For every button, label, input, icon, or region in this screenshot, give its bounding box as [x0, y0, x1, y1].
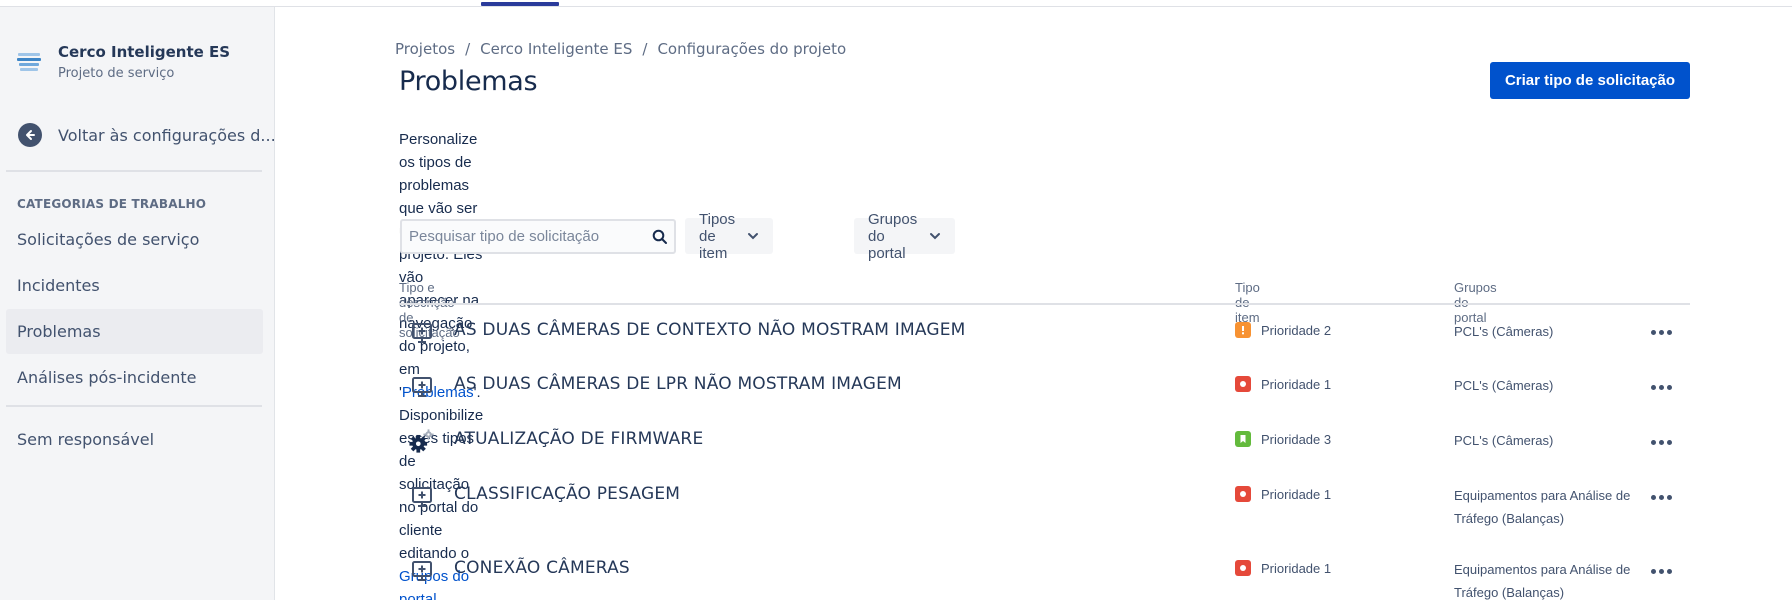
monitor-plus-icon [409, 558, 435, 584]
table-header-divider [399, 303, 1690, 305]
sidebar-item-label: Análises pós-incidente [17, 368, 197, 387]
breadcrumb-separator: / [642, 40, 648, 58]
dot-icon [1235, 560, 1251, 576]
sidebar-item-incidentes[interactable]: Incidentes [6, 263, 263, 308]
project-name: Cerco Inteligente ES [58, 43, 231, 61]
chevron-down-icon [929, 232, 941, 240]
portal-group-cell: PCL's (Câmeras) [1454, 378, 1554, 393]
monitor-plus-icon [409, 320, 435, 346]
section-title: CATEGORIAS DE TRABALHO [17, 197, 207, 211]
sidebar-item-problemas[interactable]: Problemas [6, 309, 263, 354]
more-actions-button[interactable] [1646, 487, 1676, 507]
priority-label: Prioridade 1 [1261, 560, 1332, 576]
sidebar-item-label: Problemas [17, 322, 101, 341]
page-description: Personalize os tipos de problemas que vã… [399, 128, 483, 600]
top-navigation-bar [0, 0, 1792, 7]
breadcrumb-link[interactable]: Cerco Inteligente ES [480, 40, 632, 58]
request-type-name[interactable]: AS DUAS CÂMERAS DE LPR NÃO MOSTRAM IMAGE… [454, 374, 902, 394]
sidebar-item-label: Sem responsável [17, 430, 155, 449]
portal-group-cell: Equipamentos para Análise de Tráfego (Ba… [1454, 562, 1631, 600]
sidebar-divider [6, 170, 262, 172]
more-actions-button[interactable] [1646, 322, 1676, 342]
sidebar-divider [6, 405, 262, 407]
monitor-plus-icon [409, 484, 435, 510]
request-type-name[interactable]: ATUALIZAÇÃO DE FIRMWARE [454, 429, 703, 449]
sidebar: Cerco Inteligente ES Projeto de serviço … [0, 7, 276, 600]
page-title: Problemas [399, 66, 538, 97]
dot-icon [1235, 376, 1251, 392]
breadcrumb-link[interactable]: Projetos [395, 40, 455, 58]
portal-group-cell: PCL's (Câmeras) [1454, 324, 1554, 339]
breadcrumb-separator: / [465, 40, 471, 58]
priority-label: Prioridade 3 [1261, 431, 1332, 447]
monitor-plus-icon [409, 374, 435, 400]
back-to-settings-link[interactable]: Voltar às configurações d... [18, 123, 276, 147]
sidebar-item-sem-responsavel[interactable]: Sem responsável [6, 417, 263, 462]
priority-cell: Prioridade 1 [1235, 560, 1331, 576]
priority-label: Prioridade 1 [1261, 376, 1332, 392]
search-icon[interactable] [646, 229, 674, 245]
sidebar-item-label: Solicitações de serviço [17, 230, 200, 249]
project-logo [16, 49, 42, 75]
description-text: Personalize os tipos de problemas que vã… [399, 131, 483, 401]
sidebar-item-label: Incidentes [17, 276, 100, 295]
more-actions-button[interactable] [1646, 377, 1676, 397]
chevron-down-icon [747, 232, 759, 240]
filter-label: Grupos do portal [868, 210, 918, 262]
priority-cell: Prioridade 2 [1235, 322, 1331, 338]
request-type-name[interactable]: AS DUAS CÂMERAS DE CONTEXTO NÃO MOSTRAM … [454, 320, 966, 340]
portal-group-cell: PCL's (Câmeras) [1454, 433, 1554, 448]
gears-icon [409, 428, 435, 454]
search-input[interactable] [402, 221, 646, 252]
project-type: Projeto de serviço [58, 66, 175, 81]
request-type-name[interactable]: CLASSIFICAÇÃO PESAGEM [454, 484, 680, 504]
priority-label: Prioridade 2 [1261, 322, 1332, 338]
breadcrumb-link[interactable]: Configurações do projeto [657, 40, 846, 58]
more-actions-button[interactable] [1646, 432, 1676, 452]
priority-label: Prioridade 1 [1261, 486, 1332, 502]
portal-groups-filter[interactable]: Grupos do portal [854, 211, 956, 262]
project-header[interactable]: Cerco Inteligente ES Projeto de serviço [16, 43, 230, 83]
active-tab-indicator [481, 2, 559, 6]
sidebar-item-analises[interactable]: Análises pós-incidente [6, 355, 263, 400]
back-label: Voltar às configurações d... [58, 125, 276, 145]
sidebar-item-solicitacoes[interactable]: Solicitações de serviço [6, 217, 263, 262]
dot-icon [1235, 486, 1251, 502]
arrow-left-icon [18, 123, 42, 147]
item-types-filter[interactable]: Tipos de item [685, 211, 774, 262]
priority-cell: Prioridade 3 [1235, 431, 1331, 447]
portal-group-cell: Equipamentos para Análise de Tráfego (Ba… [1454, 488, 1631, 526]
filter-label: Tipos de item [699, 210, 736, 262]
priority-cell: Prioridade 1 [1235, 486, 1331, 502]
create-request-type-button[interactable]: Criar tipo de solicitação [1490, 62, 1690, 99]
request-type-name[interactable]: CONEXÃO CÂMERAS [454, 558, 630, 578]
priority-cell: Prioridade 1 [1235, 376, 1331, 392]
search-box [400, 219, 676, 254]
exclamation-icon [1235, 322, 1251, 338]
more-actions-button[interactable] [1646, 561, 1676, 581]
bookmark-icon [1235, 431, 1251, 447]
breadcrumb: Projetos / Cerco Inteligente ES / Configuraç… [395, 40, 846, 58]
